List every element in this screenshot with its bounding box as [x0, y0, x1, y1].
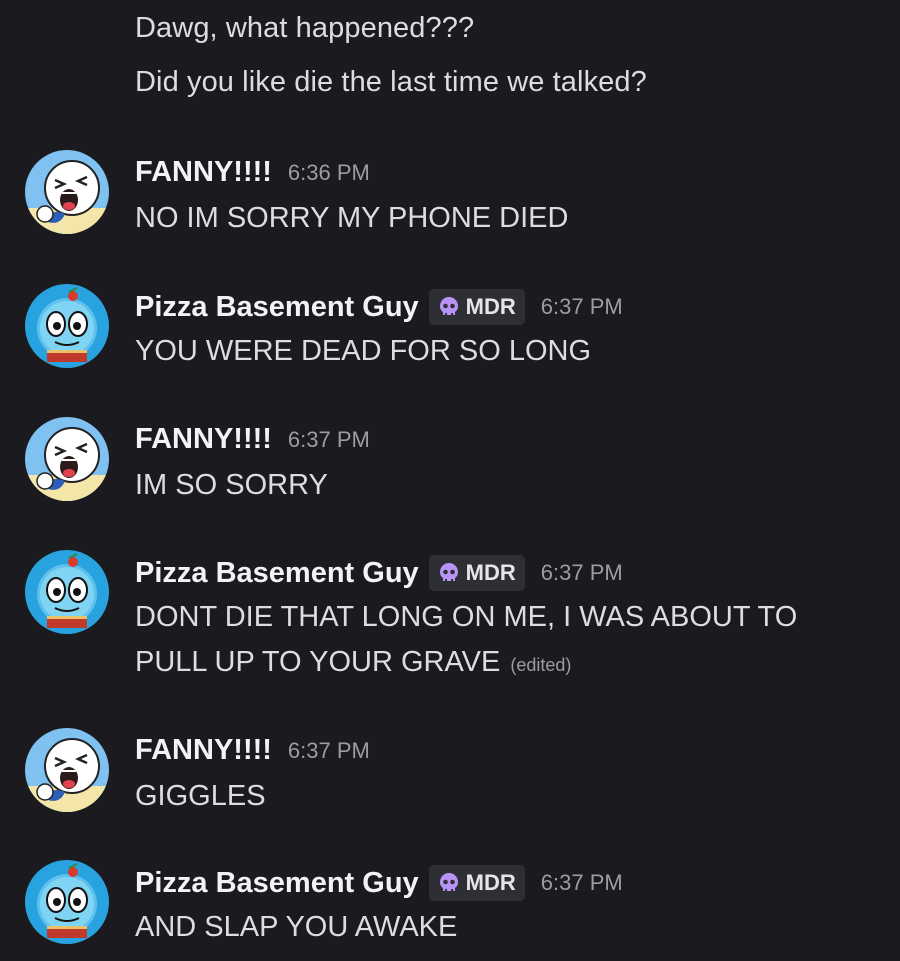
fanny-avatar-icon: [25, 417, 109, 501]
message-text: AND SLAP YOU AWAKE: [135, 911, 458, 943]
server-tag-label: MDR: [465, 294, 516, 319]
skull-icon: [437, 871, 461, 895]
message-text: NO IM SORRY MY PHONE DIED: [135, 202, 569, 234]
fanny-avatar-icon: [25, 728, 109, 812]
username[interactable]: FANNY!!!!: [135, 156, 272, 189]
message-text: PULL UP TO YOUR GRAVE: [135, 646, 501, 678]
message-header: FANNY!!!! 6:36 PM: [135, 156, 370, 189]
timestamp: 6:37 PM: [287, 737, 370, 763]
username[interactable]: Pizza Basement Guy: [135, 867, 419, 900]
message-header: FANNY!!!! 6:37 PM: [135, 734, 370, 767]
timestamp: 6:37 PM: [540, 560, 623, 585]
message-header: Pizza Basement Guy MDR 6:37 PM: [135, 865, 623, 901]
fanny-avatar-icon: [25, 150, 109, 234]
username[interactable]: FANNY!!!!: [135, 734, 272, 767]
avatar-fanny[interactable]: [25, 150, 109, 234]
skull-icon: [437, 295, 461, 319]
avatar-pizza-basement-guy[interactable]: [25, 284, 109, 368]
server-tag[interactable]: MDR: [428, 555, 525, 591]
message-header: Pizza Basement Guy MDR 6:37 PM: [135, 289, 623, 325]
pizza-avatar-icon: [25, 860, 109, 944]
avatar-fanny[interactable]: [25, 728, 109, 812]
message-header: FANNY!!!! 6:37 PM: [135, 423, 370, 456]
message-list: Dawg, what happened??? Did you like die …: [0, 0, 900, 961]
avatar-pizza-basement-guy[interactable]: [25, 860, 109, 944]
skull-icon: [437, 561, 461, 585]
avatar-fanny[interactable]: [25, 417, 109, 501]
message-text-line-2: PULL UP TO YOUR GRAVE (edited): [135, 640, 571, 688]
message-text: IM SO SORRY: [135, 469, 328, 501]
server-tag-label: MDR: [465, 560, 516, 585]
server-tag[interactable]: MDR: [428, 865, 525, 901]
pizza-avatar-icon: [25, 550, 109, 634]
timestamp: 6:37 PM: [540, 294, 623, 319]
username[interactable]: Pizza Basement Guy: [135, 557, 419, 590]
username[interactable]: FANNY!!!!: [135, 423, 272, 456]
server-tag[interactable]: MDR: [428, 289, 525, 325]
message-text: Did you like die the last time we talked…: [135, 66, 647, 98]
timestamp: 6:36 PM: [287, 159, 370, 185]
server-tag-label: MDR: [465, 870, 516, 895]
timestamp: 6:37 PM: [540, 870, 623, 895]
username[interactable]: Pizza Basement Guy: [135, 291, 419, 324]
pizza-avatar-icon: [25, 284, 109, 368]
message-text: Dawg, what happened???: [135, 12, 475, 44]
message-text: YOU WERE DEAD FOR SO LONG: [135, 335, 591, 367]
timestamp: 6:37 PM: [287, 426, 370, 452]
message-header: Pizza Basement Guy MDR 6:37 PM: [135, 555, 623, 591]
edited-indicator: (edited): [510, 655, 572, 675]
message-text: DONT DIE THAT LONG ON ME, I WAS ABOUT TO: [135, 601, 798, 633]
message-text: GIGGLES: [135, 780, 266, 812]
avatar-pizza-basement-guy[interactable]: [25, 550, 109, 634]
